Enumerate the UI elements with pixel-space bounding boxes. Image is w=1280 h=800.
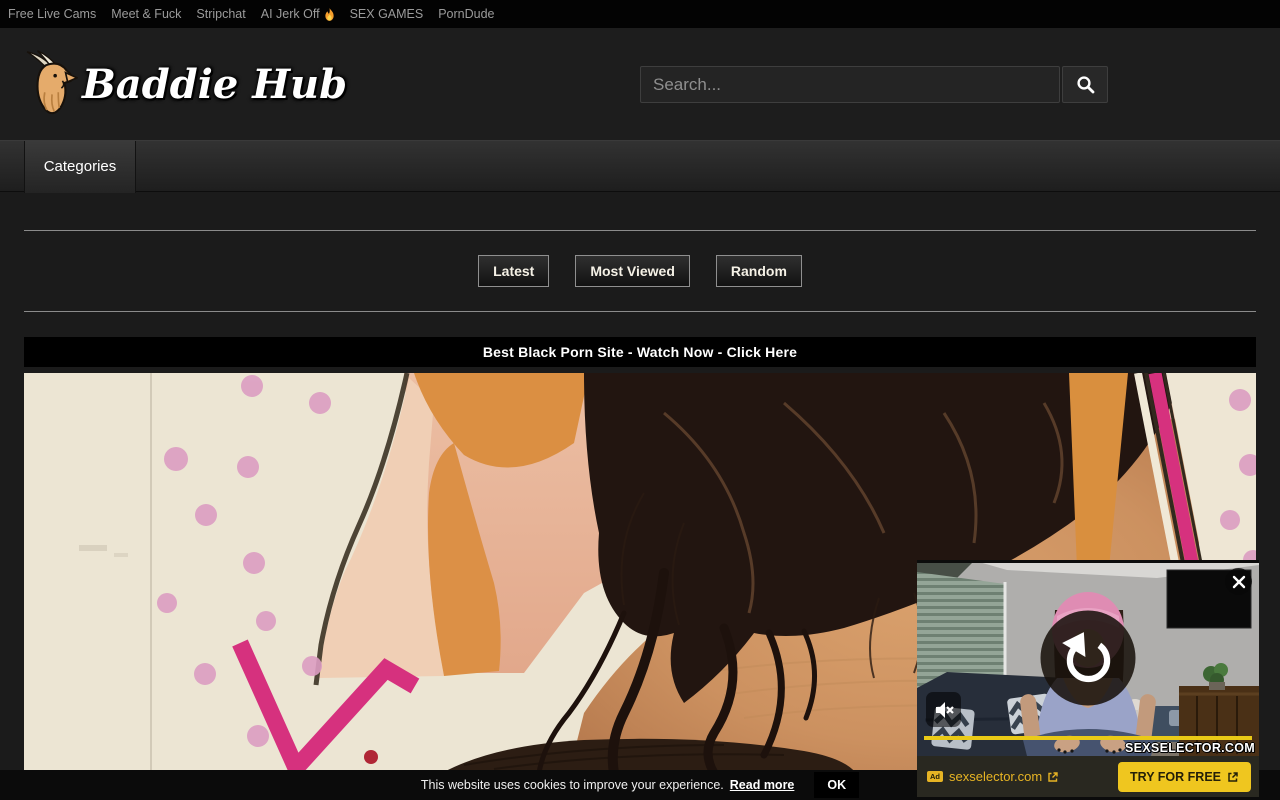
topbar-link-meet-and-fuck[interactable]: Meet & Fuck [111, 7, 181, 21]
goat-icon [24, 50, 78, 118]
site-header: Baddie Hub [0, 28, 1280, 140]
search-bar [640, 66, 1108, 103]
divider-top [24, 230, 1256, 231]
topbar-link-ai-jerk-off[interactable]: AI Jerk Off [261, 7, 335, 21]
external-link-icon [1227, 771, 1239, 783]
ad-badge: Ad [927, 771, 943, 783]
topbar-link-stripchat[interactable]: Stripchat [196, 7, 245, 21]
tab-random[interactable]: Random [716, 255, 802, 287]
external-link-icon [1047, 771, 1059, 783]
close-icon [1232, 575, 1246, 589]
tab-most-viewed[interactable]: Most Viewed [575, 255, 690, 287]
promo-banner-link[interactable]: Best Black Porn Site - Watch Now - Click… [24, 337, 1256, 367]
ad-video-player[interactable]: SEXSELECTOR.COM [917, 560, 1259, 756]
search-button[interactable] [1062, 66, 1108, 103]
muted-speaker-icon [932, 698, 956, 722]
ad-progress-bar [924, 736, 1252, 740]
cookie-read-more-link[interactable]: Read more [730, 778, 795, 792]
topbar-link-sex-games[interactable]: SEX GAMES [350, 7, 424, 21]
fire-icon [324, 8, 335, 21]
nav-item-categories[interactable]: Categories [24, 141, 136, 193]
ad-info-bar: Ad sexselector.com TRY FOR FREE [917, 756, 1259, 797]
ad-site-link[interactable]: sexselector.com [949, 769, 1042, 784]
ad-watermark: SEXSELECTOR.COM [1125, 741, 1255, 755]
replay-icon [1057, 627, 1119, 689]
try-for-free-button[interactable]: TRY FOR FREE [1118, 762, 1251, 792]
search-icon [1076, 75, 1095, 94]
main-nav: Categories [0, 140, 1280, 192]
cookie-ok-button[interactable]: OK [814, 772, 859, 798]
cookie-message: This website uses cookies to improve you… [421, 778, 724, 792]
sort-tabs: Latest Most Viewed Random [24, 255, 1256, 287]
ad-close-button[interactable] [1225, 568, 1252, 595]
site-logo[interactable]: Baddie Hub [24, 50, 347, 118]
search-input[interactable] [640, 66, 1060, 103]
divider-bottom [24, 311, 1256, 312]
topbar-link-free-live-cams[interactable]: Free Live Cams [8, 7, 96, 21]
topbar-link-porndude[interactable]: PornDude [438, 7, 494, 21]
video-ad-overlay: SEXSELECTOR.COM Ad sexselector.com TRY F… [917, 560, 1259, 797]
tab-latest[interactable]: Latest [478, 255, 549, 287]
topbar: Free Live Cams Meet & Fuck Stripchat AI … [0, 0, 1280, 28]
logo-title: Baddie Hub [82, 61, 347, 108]
replay-button[interactable] [1041, 611, 1136, 706]
mute-button[interactable] [926, 692, 961, 727]
